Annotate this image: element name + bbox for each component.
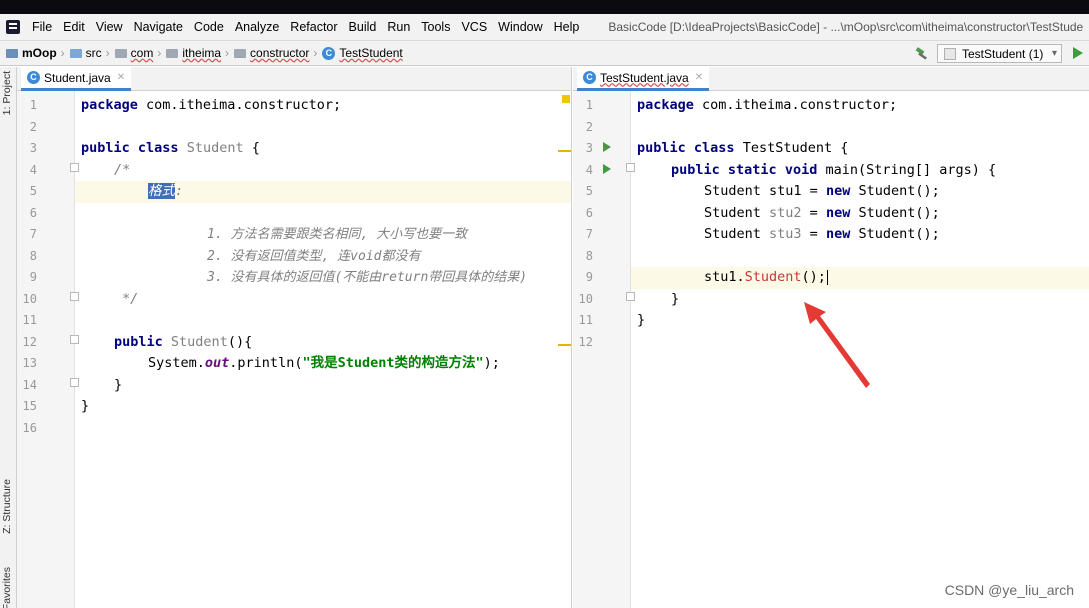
menu-window[interactable]: Window [498, 20, 542, 34]
menu-code[interactable]: Code [194, 20, 224, 34]
menu-view[interactable]: View [96, 20, 123, 34]
tab-teststudent-java[interactable]: C TestStudent.java ✕ [577, 67, 710, 91]
menu-analyze[interactable]: Analyze [235, 20, 279, 34]
package-icon [166, 48, 179, 58]
code-line: 1 package com.itheima.constructor; [29, 97, 342, 113]
code-line: 9 stu1.Student(); [573, 267, 1089, 289]
run-configuration-select[interactable]: TestStudent (1) ▾ [937, 44, 1062, 63]
chevron-right-icon: › [225, 46, 230, 60]
editor-pane-student: C Student.java ✕ 1 package com.itheima.c… [17, 67, 572, 608]
code-line: 10 */ [22, 290, 139, 307]
code-area[interactable]: 1 package com.itheima.constructor; 2 3 p… [17, 91, 571, 608]
package-icon [234, 48, 247, 58]
package-icon [114, 48, 127, 58]
breadcrumb-item-itheima[interactable]: itheima › [166, 46, 234, 60]
fold-toggle-icon[interactable] [70, 378, 79, 387]
run-play-icon[interactable] [1073, 47, 1083, 59]
fold-toggle-icon[interactable] [70, 335, 79, 344]
code-line: 16 [22, 420, 37, 435]
breadcrumb-item-constructor[interactable]: constructor › [234, 46, 322, 60]
build-hammer-icon[interactable] [915, 47, 929, 61]
code-line: 8 [585, 248, 593, 263]
chevron-down-icon: ▾ [1051, 48, 1057, 59]
menu-vcs[interactable]: VCS [461, 20, 487, 34]
menu-bar: File Edit View Navigate Code Analyze Ref… [0, 14, 1089, 40]
close-icon[interactable]: ✕ [117, 72, 125, 83]
editor-tab-bar: C TestStudent.java ✕ [573, 67, 1089, 91]
code-line: 5 Student stu1 = new Student(); [585, 183, 940, 199]
fold-toggle-icon[interactable] [626, 163, 635, 172]
menu-help[interactable]: Help [554, 20, 580, 34]
code-line: 1 package com.itheima.constructor; [585, 97, 898, 113]
run-config-icon [944, 47, 956, 60]
code-line: 3 public class Student { [29, 140, 260, 156]
folder-icon [69, 48, 82, 58]
breadcrumb: mOop › src › com › itheima › constructor… [0, 40, 1089, 66]
close-icon[interactable]: ✕ [695, 72, 703, 83]
chevron-right-icon: › [313, 46, 318, 60]
tool-tab-project[interactable]: 1: Project [1, 71, 13, 115]
fold-toggle-icon[interactable] [626, 292, 635, 301]
code-line: 4 public static void main(String[] args)… [585, 161, 997, 178]
chevron-right-icon: › [60, 46, 65, 60]
module-icon [6, 48, 18, 58]
menu-navigate[interactable]: Navigate [134, 20, 183, 34]
tool-tab-favorites[interactable]: Favorites [1, 567, 13, 608]
menu-build[interactable]: Build [349, 20, 377, 34]
code-line: 2 [585, 119, 593, 134]
class-icon: C [322, 46, 336, 60]
tool-tab-structure[interactable]: Z: Structure [1, 479, 13, 534]
tool-window-strip: 1: Project Z: Structure Favorites [0, 67, 17, 608]
code-line: 11 [22, 313, 37, 327]
editor-tab-bar: C Student.java ✕ [17, 67, 571, 91]
breadcrumb-item-teststudent[interactable]: C TestStudent [322, 46, 403, 60]
text-caret [826, 269, 829, 285]
menu-run[interactable]: Run [387, 20, 410, 34]
chevron-right-icon: › [105, 46, 110, 60]
breadcrumb-item-module[interactable]: mOop › [6, 46, 70, 60]
code-line: 3 public class TestStudent { [585, 140, 849, 156]
code-line: 5 格式: [29, 183, 184, 199]
fold-toggle-icon[interactable] [70, 292, 79, 301]
code-line: 4 /* [29, 161, 131, 178]
fold-toggle-icon[interactable] [70, 163, 79, 172]
menu-tools[interactable]: Tools [421, 20, 450, 34]
watermark: CSDN @ye_liu_arch [944, 582, 1074, 598]
menu-refactor[interactable]: Refactor [290, 20, 337, 34]
class-icon: C [27, 71, 40, 84]
code-line: 6 [29, 205, 37, 220]
chevron-right-icon: › [157, 46, 162, 60]
annotation-arrow-icon [804, 302, 870, 388]
code-line: 15 } [22, 398, 90, 414]
code-line: 9 3. 没有具体的返回值(不能由return带回具体的结果) [29, 270, 528, 285]
run-class-icon[interactable] [603, 142, 611, 152]
code-line: 7 1. 方法名需要跟类名相同, 大小写也要一致 [29, 227, 468, 242]
window-top-bar [0, 0, 1089, 14]
code-line: 2 [29, 119, 37, 134]
breadcrumb-item-com[interactable]: com › [114, 46, 167, 60]
menu-file[interactable]: File [32, 20, 52, 34]
code-line: 6 Student stu2 = new Student(); [585, 204, 940, 221]
breadcrumb-item-src[interactable]: src › [69, 46, 115, 60]
code-line: 12 public Student(){ [22, 333, 253, 350]
code-line: 14 } [22, 376, 123, 393]
change-marker[interactable] [558, 150, 571, 152]
class-icon: C [583, 71, 596, 84]
code-line: 13 System.out.println("我是Student类的构造方法")… [22, 355, 500, 371]
menu-edit[interactable]: Edit [63, 20, 85, 34]
code-line: 7 Student stu3 = new Student(); [585, 226, 940, 242]
run-main-icon[interactable] [603, 164, 611, 174]
code-line: 8 2. 没有返回值类型, 连void都没有 [29, 248, 421, 264]
intellij-logo-icon [6, 20, 20, 34]
tab-student-java[interactable]: C Student.java ✕ [21, 67, 132, 91]
selected-text: 格式 [148, 183, 175, 199]
change-marker[interactable] [558, 344, 571, 346]
warning-marker-icon[interactable] [562, 95, 570, 103]
window-title: BasicCode [D:\IdeaProjects\BasicCode] - … [608, 20, 1084, 34]
